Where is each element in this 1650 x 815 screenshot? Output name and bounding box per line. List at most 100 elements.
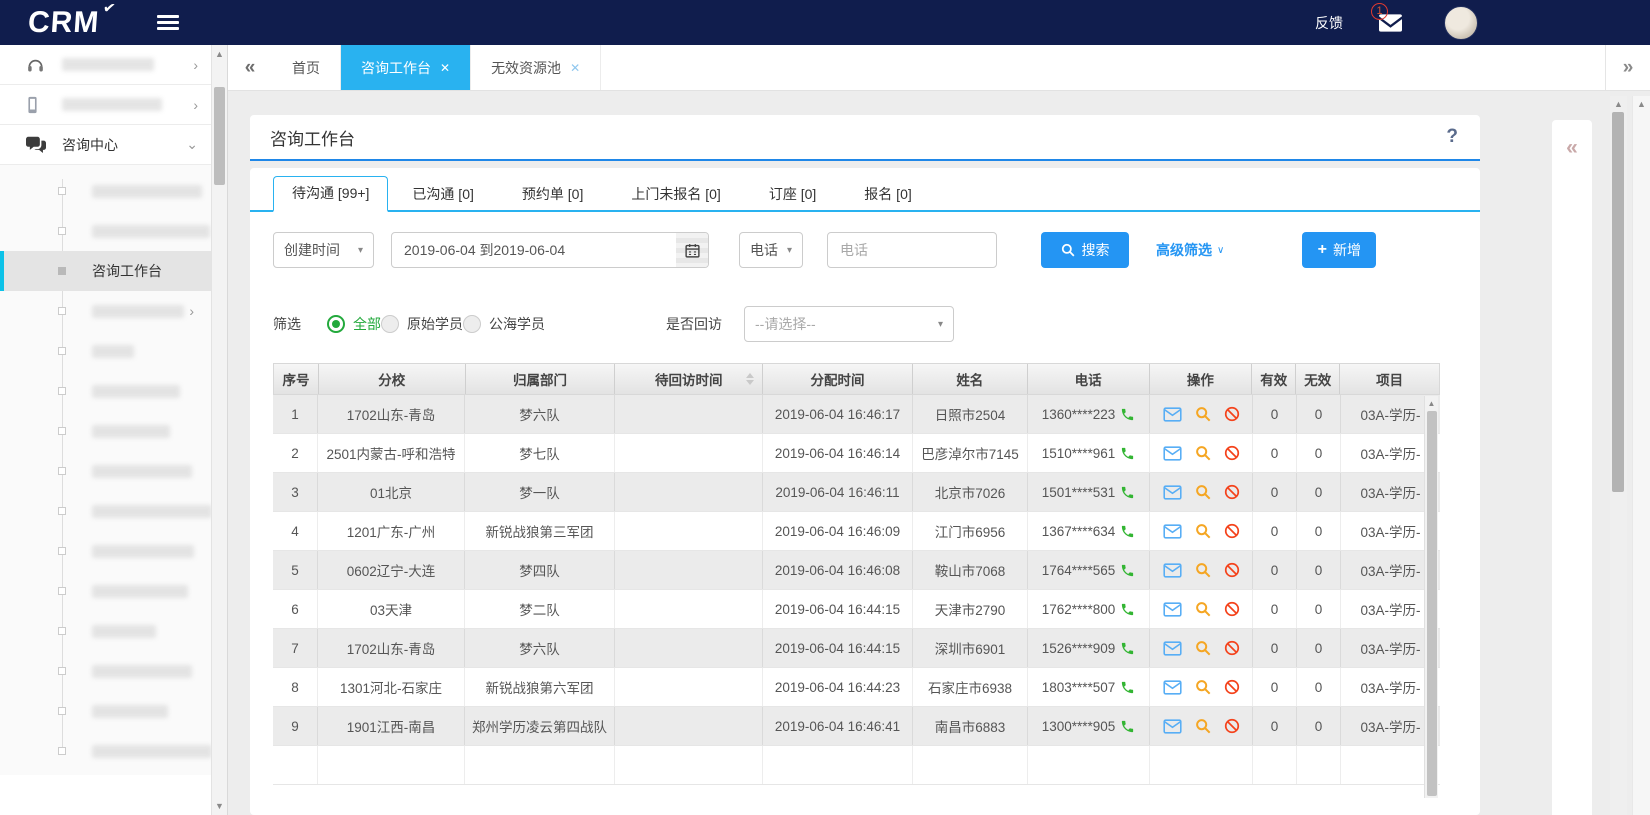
block-icon[interactable] <box>1224 562 1240 578</box>
sidebar-subitem-redacted-3[interactable]: › <box>0 291 212 331</box>
mail-icon[interactable] <box>1163 524 1182 539</box>
mail-icon[interactable] <box>1163 641 1182 656</box>
mail-icon[interactable]: 1 <box>1379 14 1402 32</box>
mail-icon[interactable] <box>1163 719 1182 734</box>
tab-已沟通 [0][interactable]: 已沟通 [0] <box>388 178 497 210</box>
magnifier-icon[interactable] <box>1195 679 1211 695</box>
page-scrollbar[interactable]: ▲ <box>1632 96 1650 815</box>
help-icon[interactable]: ? <box>1446 126 1458 148</box>
sort-icon[interactable] <box>746 373 754 385</box>
close-icon[interactable]: ✕ <box>570 61 580 75</box>
calendar-icon[interactable] <box>676 233 708 267</box>
window-tab-咨询工作台[interactable]: 咨询工作台✕ <box>341 45 471 90</box>
sidebar-scrollbar-thumb[interactable] <box>214 87 225 185</box>
radio-circle-icon[interactable] <box>327 315 345 333</box>
phone-icon[interactable] <box>1120 641 1135 656</box>
block-icon[interactable] <box>1224 484 1240 500</box>
sidebar-subitem-redacted-10[interactable] <box>0 571 212 611</box>
sidebar-subitem-redacted-4[interactable] <box>0 331 212 371</box>
sidebar-subitem-redacted-12[interactable] <box>0 651 212 691</box>
sidebar-subitem-redacted-13[interactable] <box>0 691 212 731</box>
tabs-scroll-left-icon[interactable]: « <box>228 45 272 90</box>
sidebar-item-咨询中心[interactable]: 咨询中心⌄ <box>0 125 212 165</box>
magnifier-icon[interactable] <box>1195 445 1211 461</box>
sidebar-subitem-redacted-0[interactable] <box>0 171 212 211</box>
window-tab-无效资源池[interactable]: 无效资源池✕ <box>471 45 601 90</box>
block-icon[interactable] <box>1224 718 1240 734</box>
avatar[interactable] <box>1444 6 1478 40</box>
magnifier-icon[interactable] <box>1195 718 1211 734</box>
radio-公海学员[interactable]: 公海学员 <box>463 314 545 334</box>
add-button[interactable]: + 新增 <box>1302 232 1376 268</box>
sidebar-subitem-咨询工作台[interactable]: 咨询工作台 <box>0 251 212 291</box>
phone-icon[interactable] <box>1120 407 1135 422</box>
radio-circle-icon[interactable] <box>463 315 481 333</box>
tab-预约单 [0][interactable]: 预约单 [0] <box>498 178 607 210</box>
date-range-picker[interactable]: 2019-06-04 到2019-06-04 <box>391 232 709 268</box>
feedback-link[interactable]: 反馈 <box>1315 13 1343 33</box>
sidebar-scrollbar[interactable]: ▲ ▼ <box>211 45 227 815</box>
visit-select[interactable]: --请选择--▾ <box>744 306 954 342</box>
window-tab-首页[interactable]: 首页 <box>272 45 341 90</box>
block-icon[interactable] <box>1224 523 1240 539</box>
scroll-down-icon[interactable]: ▼ <box>212 801 227 811</box>
radio-原始学员[interactable]: 原始学员 <box>381 314 463 334</box>
sidebar-subitem-redacted-8[interactable] <box>0 491 212 531</box>
phone-icon[interactable] <box>1120 563 1135 578</box>
sidebar-subitem-redacted-7[interactable] <box>0 451 212 491</box>
mail-icon[interactable] <box>1163 446 1182 461</box>
magnifier-icon[interactable] <box>1195 601 1211 617</box>
inner-scrollbar-thumb[interactable] <box>1612 112 1624 492</box>
sidebar-item-redacted-1[interactable]: › <box>0 85 212 125</box>
sidebar-subitem-redacted-11[interactable] <box>0 611 212 651</box>
mail-icon[interactable] <box>1163 602 1182 617</box>
phone-input[interactable] <box>827 232 997 268</box>
column-header-待回访时间[interactable]: 待回访时间 <box>615 364 763 394</box>
mail-icon[interactable] <box>1163 407 1182 422</box>
search-button[interactable]: 搜索 <box>1041 232 1129 268</box>
collapse-panel-icon[interactable]: « <box>1552 136 1592 160</box>
block-icon[interactable] <box>1224 406 1240 422</box>
phone-icon[interactable] <box>1120 485 1135 500</box>
sidebar-subitem-redacted-6[interactable] <box>0 411 212 451</box>
block-icon[interactable] <box>1224 640 1240 656</box>
magnifier-icon[interactable] <box>1195 640 1211 656</box>
tab-订座 [0][interactable]: 订座 [0] <box>745 178 840 210</box>
advanced-filter-link[interactable]: 高级筛选∨ <box>1156 240 1224 260</box>
phone-icon[interactable] <box>1120 680 1135 695</box>
magnifier-icon[interactable] <box>1195 406 1211 422</box>
phone-icon[interactable] <box>1120 602 1135 617</box>
scroll-up-icon[interactable]: ▲ <box>212 49 227 59</box>
scroll-up-icon[interactable]: ▲ <box>1633 99 1650 109</box>
sidebar-subitem-redacted-14[interactable] <box>0 731 212 771</box>
table-scrollbar-thumb[interactable] <box>1427 411 1437 796</box>
sidebar-item-redacted-0[interactable]: › <box>0 45 212 85</box>
close-icon[interactable]: ✕ <box>440 61 450 75</box>
block-icon[interactable] <box>1224 679 1240 695</box>
scroll-up-icon[interactable]: ▲ <box>1425 399 1438 408</box>
sidebar-subitem-redacted-1[interactable] <box>0 211 212 251</box>
magnifier-icon[interactable] <box>1195 562 1211 578</box>
radio-全部[interactable]: 全部 <box>327 314 381 334</box>
inner-scrollbar[interactable]: ▲ <box>1610 96 1627 815</box>
mail-icon[interactable] <box>1163 563 1182 578</box>
block-icon[interactable] <box>1224 445 1240 461</box>
radio-circle-icon[interactable] <box>381 315 399 333</box>
phone-icon[interactable] <box>1120 524 1135 539</box>
hamburger-icon[interactable] <box>157 12 179 33</box>
tabs-scroll-right-icon[interactable]: » <box>1605 45 1650 90</box>
mail-icon[interactable] <box>1163 485 1182 500</box>
phone-icon[interactable] <box>1120 446 1135 461</box>
table-scrollbar[interactable]: ▲ <box>1424 396 1438 798</box>
sidebar-subitem-redacted-5[interactable] <box>0 371 212 411</box>
magnifier-icon[interactable] <box>1195 484 1211 500</box>
mail-icon[interactable] <box>1163 680 1182 695</box>
phone-type-select[interactable]: 电话▾ <box>739 232 803 268</box>
magnifier-icon[interactable] <box>1195 523 1211 539</box>
phone-icon[interactable] <box>1120 719 1135 734</box>
tab-上门未报名 [0][interactable]: 上门未报名 [0] <box>607 178 744 210</box>
block-icon[interactable] <box>1224 601 1240 617</box>
time-type-select[interactable]: 创建时间▾ <box>273 232 374 268</box>
tab-待沟通 [99+][interactable]: 待沟通 [99+] <box>273 176 388 212</box>
sidebar-subitem-redacted-9[interactable] <box>0 531 212 571</box>
